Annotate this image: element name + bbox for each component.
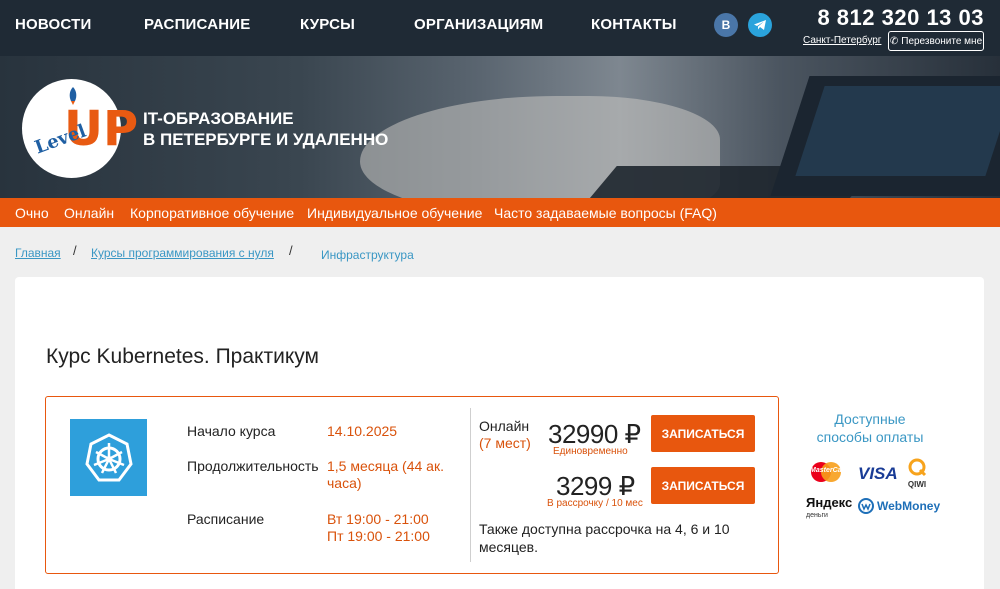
nav-contacts[interactable]: КОНТАКТЫ xyxy=(591,16,677,33)
nav-courses[interactable]: КУРСЫ xyxy=(300,16,355,33)
schedule-label: Расписание xyxy=(187,511,265,527)
duration-value: 1,5 месяца (44 ак. часа) xyxy=(327,458,444,492)
format-label: Онлайн xyxy=(479,418,530,434)
yandex-money-icon: Яндекс деньги xyxy=(806,495,853,522)
menu-corporate[interactable]: Корпоративное обучение xyxy=(130,205,294,221)
levelup-logo[interactable]: UP Level xyxy=(22,79,138,178)
breadcrumb-courses[interactable]: Курсы программирования с нуля xyxy=(91,246,274,260)
menu-online[interactable]: Онлайн xyxy=(64,205,114,221)
webmoney-label: WebMoney xyxy=(877,499,941,513)
callback-button[interactable]: ✆ Перезвоните мне xyxy=(888,31,984,51)
city-selector[interactable]: Санкт-Петербург xyxy=(803,35,881,46)
vk-icon-label: В xyxy=(721,18,731,32)
enroll-button-installment[interactable]: ЗАПИСАТЬСЯ xyxy=(651,467,755,504)
nav-news[interactable]: НОВОСТИ xyxy=(15,16,91,33)
top-navbar: НОВОСТИ РАСПИСАНИЕ КУРСЫ ОРГАНИЗАЦИЯМ КО… xyxy=(0,0,1000,56)
price-one-time-caption: Единовременно xyxy=(553,446,628,457)
nav-organizations[interactable]: ОРГАНИЗАЦИЯМ xyxy=(414,16,543,33)
enroll-button-one-time[interactable]: ЗАПИСАТЬСЯ xyxy=(651,415,755,452)
schedule-value: Вт 19:00 - 21:00 Пт 19:00 - 21:00 xyxy=(327,511,430,545)
webmoney-icon: WebMoney xyxy=(858,498,940,514)
format-menu: Очно Онлайн Корпоративное обучение Индив… xyxy=(0,198,1000,227)
tagline-line-2: В ПЕТЕРБУРГЕ И УДАЛЕННО xyxy=(143,130,389,149)
breadcrumb-home[interactable]: Главная xyxy=(15,246,61,260)
banner-tagline: IT-ОБРАЗОВАНИЕ В ПЕТЕРБУРГЕ И УДАЛЕННО xyxy=(143,108,388,150)
phone-icon: ✆ xyxy=(889,35,899,47)
qiwi-icon: QIWI xyxy=(905,457,929,491)
schedule-line-2: Пт 19:00 - 21:00 xyxy=(327,528,430,544)
kubernetes-icon xyxy=(70,419,147,496)
menu-offline[interactable]: Очно xyxy=(15,205,49,221)
start-label: Начало курса xyxy=(187,423,276,439)
payment-title-line-1: Доступные xyxy=(834,411,906,427)
payment-methods-title: Доступные способы оплаты xyxy=(800,410,940,446)
phone-number[interactable]: 8 812 320 13 03 xyxy=(817,5,984,31)
duration-label: Продолжительность xyxy=(187,458,319,474)
duration-line-1: 1,5 месяца (44 ак. xyxy=(327,458,444,474)
rocket-icon xyxy=(69,87,77,105)
qiwi-label: QIWI xyxy=(907,480,927,489)
installment-note: Также доступна рассрочка на 4, 6 и 10 ме… xyxy=(479,521,730,555)
breadcrumb-separator: / xyxy=(73,243,77,258)
nav-schedule[interactable]: РАСПИСАНИЕ xyxy=(144,16,250,33)
hero-banner: UP Level IT-ОБРАЗОВАНИЕ В ПЕТЕРБУРГЕ И У… xyxy=(0,56,1000,198)
price-installment-caption: В рассрочку / 10 мес xyxy=(547,498,643,509)
callback-label: Перезвоните мне xyxy=(901,35,983,47)
menu-faq[interactable]: Часто задаваемые вопросы (FAQ) xyxy=(494,205,717,221)
visa-icon: VISA xyxy=(858,464,898,483)
banner-photo-laptop-screen xyxy=(795,86,1000,176)
menu-individual[interactable]: Индивидуальное обучение xyxy=(307,205,482,221)
duration-line-2: часа) xyxy=(327,475,362,491)
tagline-line-1: IT-ОБРАЗОВАНИЕ xyxy=(143,109,294,128)
mastercard-label: MasterCard xyxy=(810,467,849,474)
vk-icon[interactable]: В xyxy=(714,13,738,37)
payment-title-line-2: способы оплаты xyxy=(816,429,924,445)
start-value: 14.10.2025 xyxy=(327,423,398,439)
breadcrumb-separator: / xyxy=(289,243,293,258)
yandex-label: Яндекс xyxy=(806,495,853,510)
page-title: Курс Kubernetes. Практикум xyxy=(46,345,319,368)
yandex-sub-label: деньги xyxy=(806,512,828,519)
divider xyxy=(470,408,471,562)
format-seats: (7 мест) xyxy=(479,435,531,451)
breadcrumb-current: Инфраструктура xyxy=(321,248,414,262)
telegram-icon[interactable] xyxy=(748,13,772,37)
mastercard-icon: MasterCard xyxy=(808,461,849,483)
schedule-line-1: Вт 19:00 - 21:00 xyxy=(327,511,429,527)
